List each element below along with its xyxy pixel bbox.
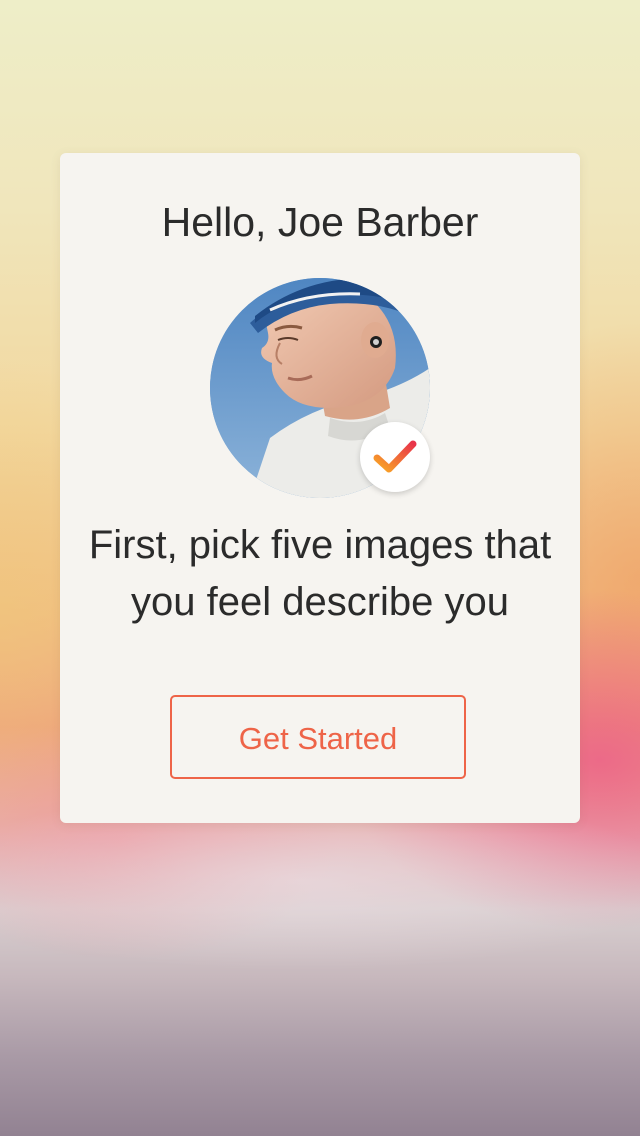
greeting-title: Hello, Joe Barber: [161, 199, 479, 245]
checkmark-icon: [373, 440, 417, 473]
instruction-line: you feel describe you: [130, 580, 509, 624]
verified-badge: [360, 422, 430, 492]
instruction-line: First, pick five images that: [88, 523, 552, 567]
instruction-text: First, pick five images that you feel de…: [60, 517, 580, 631]
get-started-button[interactable]: Get Started: [170, 695, 466, 779]
onboarding-screen: Hello, Joe Barber First, pick five image…: [0, 0, 640, 1136]
